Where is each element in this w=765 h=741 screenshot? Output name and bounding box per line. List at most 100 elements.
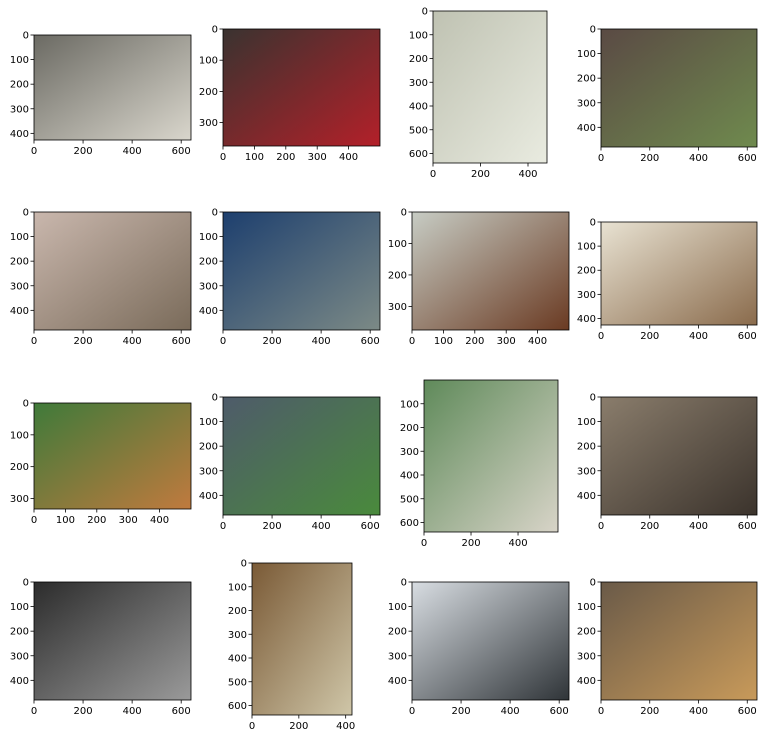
x-tick-label: 600 [172,706,191,717]
y-tick-label: 300 [577,651,596,662]
x-tick-label: 600 [738,521,757,532]
image-panel: 0 100 200 300 400 0 100 200 300 [10,399,192,526]
x-tick-label: 200 [263,521,282,532]
x-tick-label: 0 [430,169,436,180]
x-tick-label: 0 [598,331,604,342]
y-tick-label: 300 [228,630,247,641]
y-tick-label: 400 [409,102,428,113]
y-tick-label: 0 [590,25,596,36]
y-tick-label: 0 [23,31,29,42]
y-tick-label: 500 [400,494,419,505]
x-tick-label: 0 [598,153,604,164]
x-tick-label: 100 [434,336,453,347]
y-tick-label: 100 [577,242,596,253]
y-tick-label: 100 [388,239,407,250]
image-panel: 0 200 400 100 200 300 400 500 600 [400,379,559,549]
photo-image [601,397,757,515]
y-tick-label: 400 [228,654,247,665]
y-tick-label: 400 [577,676,596,687]
x-tick-label: 600 [172,146,191,157]
y-tick-label: 0 [23,399,29,410]
y-tick-label: 0 [212,25,218,36]
y-tick-label: 400 [10,306,29,317]
x-tick-label: 200 [289,721,308,732]
image-panel: 0 200 400 600 0 100 200 300 400 [199,208,381,347]
photo-image [34,582,191,700]
y-tick-label: 200 [409,54,428,65]
y-tick-label: 300 [199,281,218,292]
y-tick-label: 400 [577,491,596,502]
x-tick-label: 400 [501,706,520,717]
y-tick-label: 100 [10,602,29,613]
image-panel: 0 200 400 600 0 100 200 300 400 [199,393,381,532]
image-panel: 0 200 400 600 0 100 200 300 400 [577,578,758,717]
photo-image [601,222,757,325]
x-tick-label: 200 [465,336,484,347]
photo-image [34,212,191,330]
x-tick-label: 200 [263,336,282,347]
y-tick-label: 100 [400,399,419,410]
x-tick-label: 0 [220,521,226,532]
y-tick-label: 500 [228,677,247,688]
x-tick-label: 600 [361,521,380,532]
y-tick-label: 100 [577,49,596,60]
x-tick-label: 0 [31,146,37,157]
x-tick-label: 300 [497,336,516,347]
y-tick-label: 200 [388,270,407,281]
x-tick-label: 300 [119,515,138,526]
photo-image [601,29,757,147]
x-tick-label: 400 [339,152,358,163]
x-tick-label: 0 [598,706,604,717]
y-tick-label: 200 [577,442,596,453]
photo-image [433,11,547,163]
y-tick-label: 100 [10,232,29,243]
image-panel: 0 200 400 600 0 100 200 300 400 [577,25,758,164]
x-tick-label: 100 [245,152,264,163]
photo-image [34,35,191,140]
y-tick-label: 300 [10,104,29,115]
x-tick-label: 200 [87,515,106,526]
photo-image [34,403,191,509]
x-tick-label: 600 [738,706,757,717]
image-panel: 0 200 400 600 0 100 200 300 400 [10,208,192,347]
x-tick-label: 200 [74,706,93,717]
y-tick-label: 100 [199,232,218,243]
x-tick-label: 400 [689,331,708,342]
image-panel: 0 200 400 0 100 200 300 400 500 600 [228,559,355,733]
y-tick-label: 0 [590,578,596,589]
x-tick-label: 400 [508,538,527,549]
x-tick-label: 0 [421,538,427,549]
y-tick-label: 200 [199,257,218,268]
y-tick-label: 400 [199,306,218,317]
y-tick-label: 200 [10,627,29,638]
y-tick-label: 300 [10,494,29,505]
y-tick-label: 600 [409,149,428,160]
image-panel: 0 200 400 600 0 100 200 300 400 [10,578,192,717]
y-tick-label: 200 [577,74,596,85]
y-tick-label: 100 [199,417,218,428]
x-tick-label: 400 [312,336,331,347]
y-tick-label: 100 [409,30,428,41]
y-tick-label: 0 [241,559,247,570]
photo-image [412,582,569,700]
y-tick-label: 300 [10,281,29,292]
photo-image [424,380,558,532]
y-tick-label: 300 [388,651,407,662]
x-tick-label: 200 [74,146,93,157]
y-tick-label: 300 [577,466,596,477]
x-tick-label: 400 [336,721,355,732]
x-tick-label: 400 [528,336,547,347]
x-tick-label: 200 [640,521,659,532]
x-tick-label: 0 [598,521,604,532]
y-tick-label: 100 [577,417,596,428]
y-tick-label: 200 [577,266,596,277]
y-tick-label: 0 [23,208,29,219]
y-tick-label: 100 [10,55,29,66]
y-tick-label: 300 [409,78,428,89]
y-tick-label: 200 [10,80,29,91]
x-tick-label: 400 [150,515,169,526]
y-tick-label: 300 [199,466,218,477]
x-tick-label: 600 [361,336,380,347]
x-tick-label: 200 [640,706,659,717]
x-tick-label: 100 [56,515,75,526]
